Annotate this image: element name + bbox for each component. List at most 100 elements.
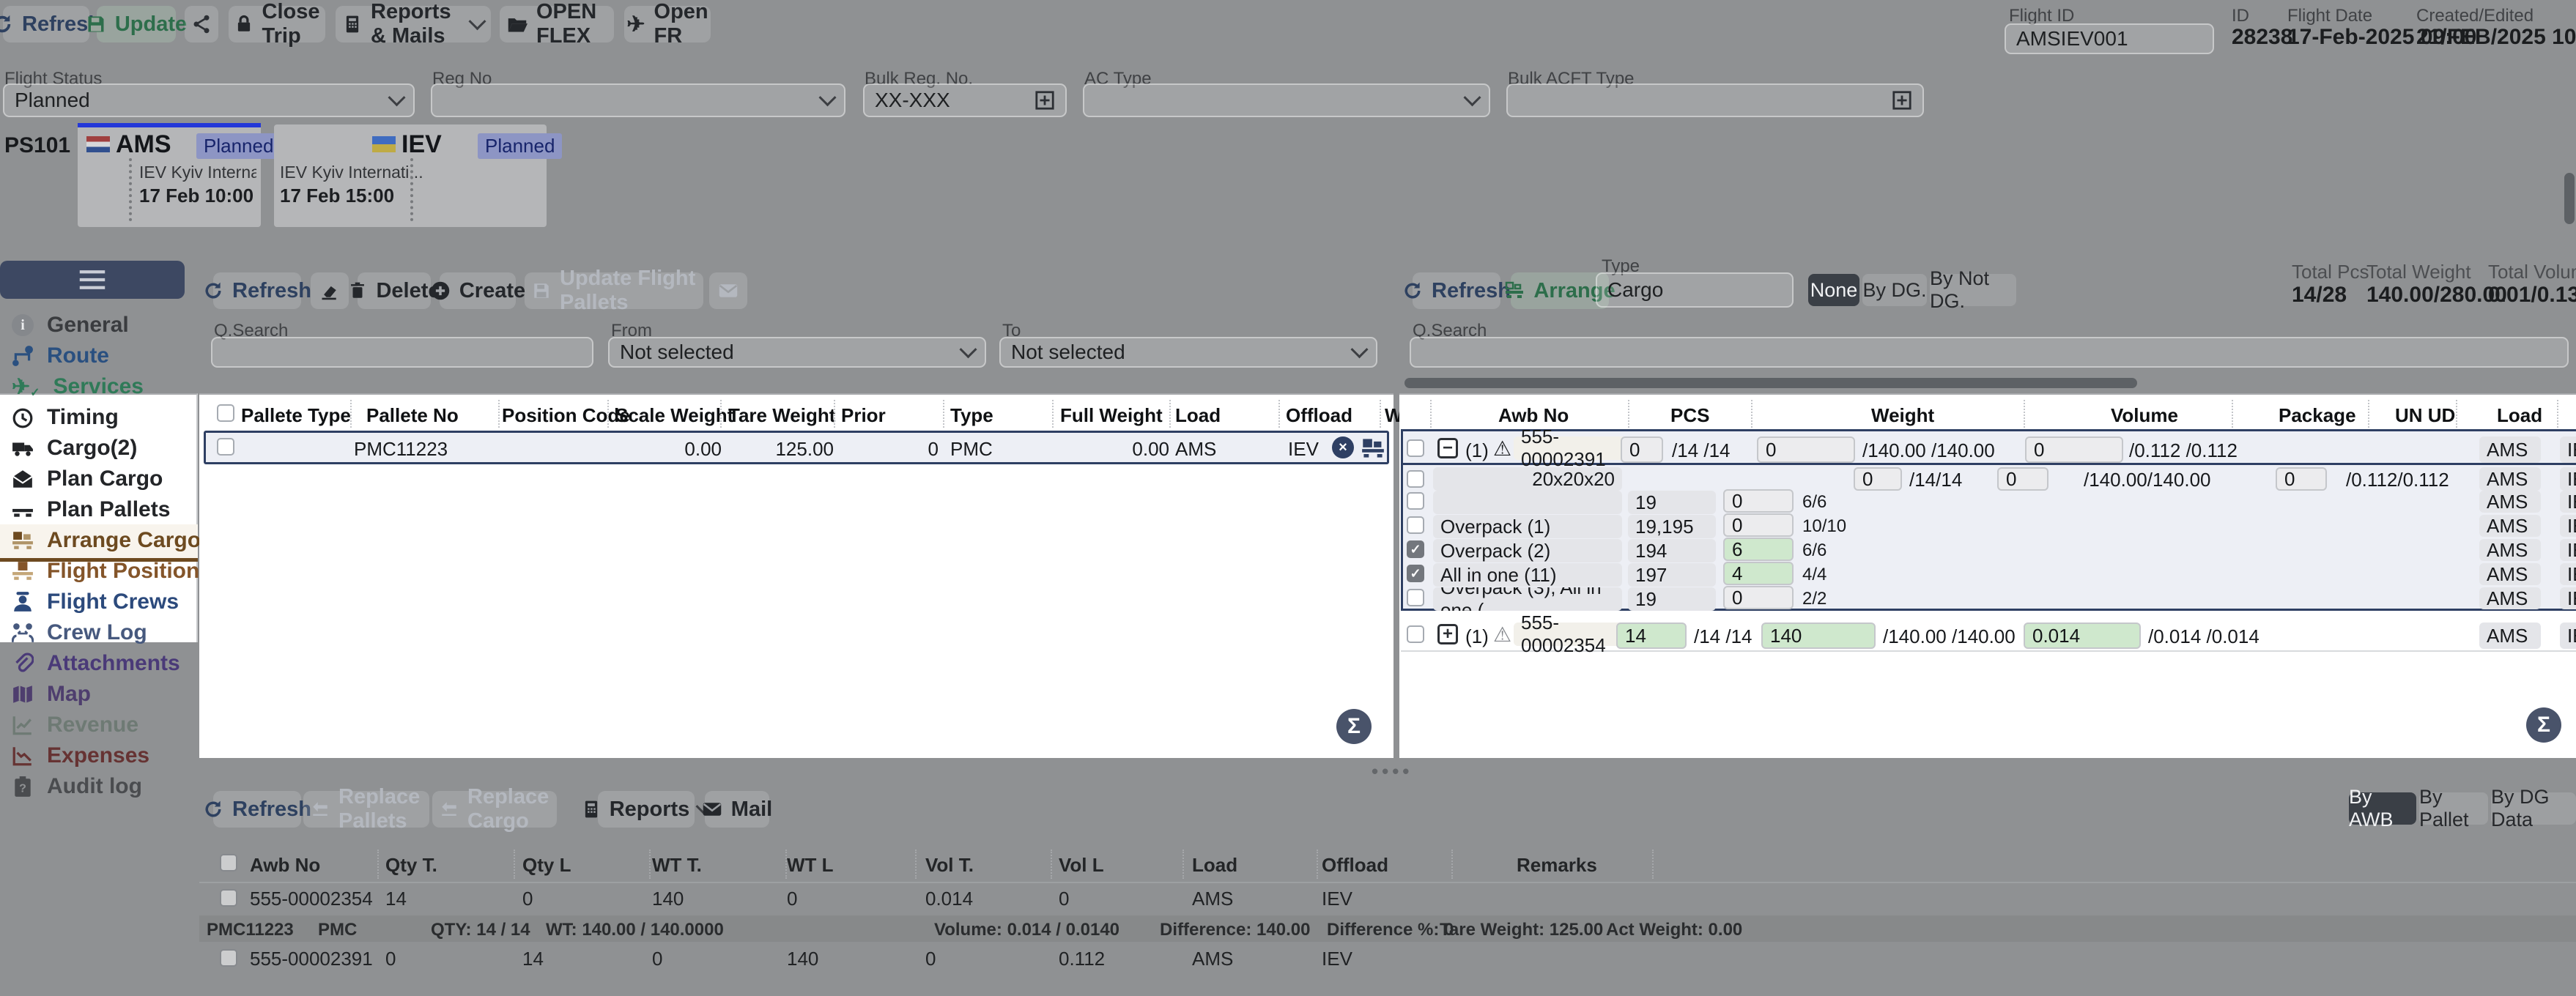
sidebar-item-route[interactable]: Route	[12, 341, 109, 371]
pallets-refresh-button[interactable]: Refresh	[213, 272, 301, 309]
sidebar-item-services[interactable]: ✈✓ Services	[12, 372, 144, 401]
column-header[interactable]: Offload	[1286, 404, 1352, 427]
type-input[interactable]: Cargo	[1596, 272, 1794, 308]
grid-plus-icon[interactable]	[1035, 90, 1055, 111]
offload-chip[interactable]: IEV	[2560, 436, 2576, 463]
load-chip[interactable]: AMS	[2479, 539, 2541, 561]
pallets-sum-button[interactable]: Σ	[1336, 709, 1372, 744]
load-chip[interactable]: AMS	[2479, 587, 2541, 609]
sidebar-item-revenue[interactable]: Revenue	[12, 710, 138, 740]
reg-no-select[interactable]	[431, 83, 845, 117]
awb-number-chip[interactable]: 555-00002354	[1514, 622, 1626, 646]
replace-cargo-button[interactable]: Replace Cargo	[432, 791, 557, 828]
sidebar-item-general[interactable]: i General	[12, 311, 129, 340]
cargo-refresh-button[interactable]: Refresh	[1413, 272, 1500, 309]
sidebar-item-plan-cargo[interactable]: Plan Cargo	[12, 464, 163, 494]
dg-filter-none[interactable]: None	[1808, 274, 1859, 306]
column-header[interactable]: Full Weight	[1060, 404, 1163, 427]
column-header[interactable]: Awb No	[250, 854, 320, 877]
sub-row-checkbox[interactable]: ✓	[1407, 565, 1424, 582]
offload-chip[interactable]: IEV	[2560, 622, 2576, 649]
page-scrollbar-thumb[interactable]	[2564, 173, 2575, 224]
column-header[interactable]: Load	[2497, 404, 2542, 427]
reports-mails-button[interactable]: Reports & Mails	[336, 6, 491, 42]
bulk-reg-input[interactable]: XX-XXX	[863, 83, 1067, 117]
column-header[interactable]: Offload	[1322, 854, 1388, 877]
replace-pallets-button[interactable]: Replace Pallets	[303, 791, 429, 828]
sub-row-checkbox[interactable]	[1407, 516, 1424, 534]
sidebar-item-audit-log[interactable]: ? Audit log	[12, 772, 142, 801]
column-header[interactable]: Pallete Type	[241, 404, 351, 427]
volume-input[interactable]: 0	[2025, 436, 2123, 463]
horizontal-scrollbar-thumb[interactable]	[1404, 378, 2137, 388]
grid-plus-icon[interactable]	[1892, 90, 1912, 111]
flight-status-select[interactable]: Planned	[3, 83, 415, 117]
column-header[interactable]: Volume	[2111, 404, 2178, 427]
pallets-search-input[interactable]	[211, 337, 593, 368]
column-header[interactable]: Vol L	[1059, 854, 1104, 877]
select-all-checkbox[interactable]	[220, 854, 237, 871]
close-trip-button[interactable]: Close Trip	[229, 6, 325, 42]
column-header[interactable]: Remarks	[1517, 854, 1597, 877]
offload-chip[interactable]: IEV	[2560, 587, 2576, 609]
column-header[interactable]: Prior	[841, 404, 886, 427]
open-flex-button[interactable]: OPEN FLEX	[500, 6, 614, 42]
sub-row-checkbox[interactable]	[1407, 589, 1424, 606]
bottom-reports-button[interactable]: Reports	[598, 791, 695, 828]
column-header[interactable]: Qty T.	[385, 854, 437, 877]
weight-input[interactable]: 0	[1757, 436, 1855, 463]
load-chip[interactable]: AMS	[2479, 622, 2541, 649]
sub-row-qty-input[interactable]: 4	[1723, 562, 1794, 585]
offload-chip[interactable]: IEV	[2560, 467, 2576, 491]
to-select[interactable]: Not selected	[999, 337, 1377, 368]
dg-filter-by-not-dg[interactable]: By Not DG.	[1930, 274, 2016, 306]
bulk-acft-input[interactable]	[1506, 83, 1924, 117]
column-header[interactable]: Weight	[1871, 404, 1934, 427]
ac-type-select[interactable]	[1083, 83, 1490, 117]
share-button[interactable]	[185, 6, 218, 42]
sub-row-qty-input[interactable]: 6	[1723, 538, 1794, 561]
sidebar-item-cargo[interactable]: Cargo(2)	[12, 434, 137, 463]
view-toggle-by-pallet[interactable]: By Pallet	[2419, 792, 2488, 825]
column-header[interactable]: UN UD	[2395, 404, 2455, 427]
column-header[interactable]: Package	[2279, 404, 2356, 427]
column-header[interactable]: Qty L	[522, 854, 571, 877]
awb-row-checkbox[interactable]	[1407, 439, 1424, 457]
sidebar-collapse-button[interactable]	[0, 261, 185, 299]
remove-pallet-icon[interactable]: ×	[1332, 436, 1354, 458]
row-checkbox[interactable]	[220, 889, 237, 907]
view-toggle-by-awb[interactable]: By AWB	[2349, 792, 2416, 825]
column-header[interactable]: Pallete No	[366, 404, 456, 427]
volume-input[interactable]: 0.014	[2024, 622, 2141, 649]
pcs-input[interactable]: 0	[1621, 436, 1663, 463]
refresh-button[interactable]: Refresh	[3, 6, 89, 42]
awb-row-checkbox[interactable]	[1407, 625, 1424, 643]
update-flight-pallets-button[interactable]: Update Flight Pallets	[525, 272, 703, 309]
sidebar-item-expenses[interactable]: Expenses	[12, 741, 149, 770]
update-button[interactable]: Update	[97, 6, 176, 42]
column-header[interactable]: Tare Weight	[728, 404, 835, 427]
offload-chip[interactable]: IEV	[2560, 491, 2576, 513]
from-select[interactable]: Not selected	[608, 337, 986, 368]
dg-filter-by-dg[interactable]: By DG.	[1862, 274, 1927, 306]
open-fr-button[interactable]: ✈ Open FR	[624, 6, 711, 42]
load-chip[interactable]: AMS	[2479, 436, 2541, 463]
load-chip[interactable]: AMS	[2479, 563, 2541, 585]
column-header[interactable]: Type	[950, 404, 993, 427]
row-checkbox[interactable]	[217, 438, 234, 456]
collapse-row-icon[interactable]: −	[1437, 438, 1458, 458]
pcs-input[interactable]: 14	[1616, 622, 1687, 649]
column-header[interactable]: Scale Weight	[615, 404, 733, 427]
sidebar-item-crew-log[interactable]: Crew Log	[12, 618, 147, 647]
column-header[interactable]: Awb No	[1498, 404, 1569, 427]
column-header[interactable]: PCS	[1670, 404, 1709, 427]
clear-button[interactable]	[311, 272, 349, 309]
flight-id-input[interactable]: AMSIEV001	[2005, 23, 2214, 54]
weight-input[interactable]: 0	[1997, 467, 2048, 491]
column-header[interactable]: Load	[1192, 854, 1237, 877]
column-header[interactable]: WT T.	[652, 854, 702, 877]
bottom-refresh-button[interactable]: Refresh	[213, 791, 301, 828]
sub-row-checkbox[interactable]: ✓	[1407, 540, 1424, 558]
sidebar-item-map[interactable]: Map	[12, 680, 91, 709]
offload-chip[interactable]: IEV	[2560, 539, 2576, 561]
